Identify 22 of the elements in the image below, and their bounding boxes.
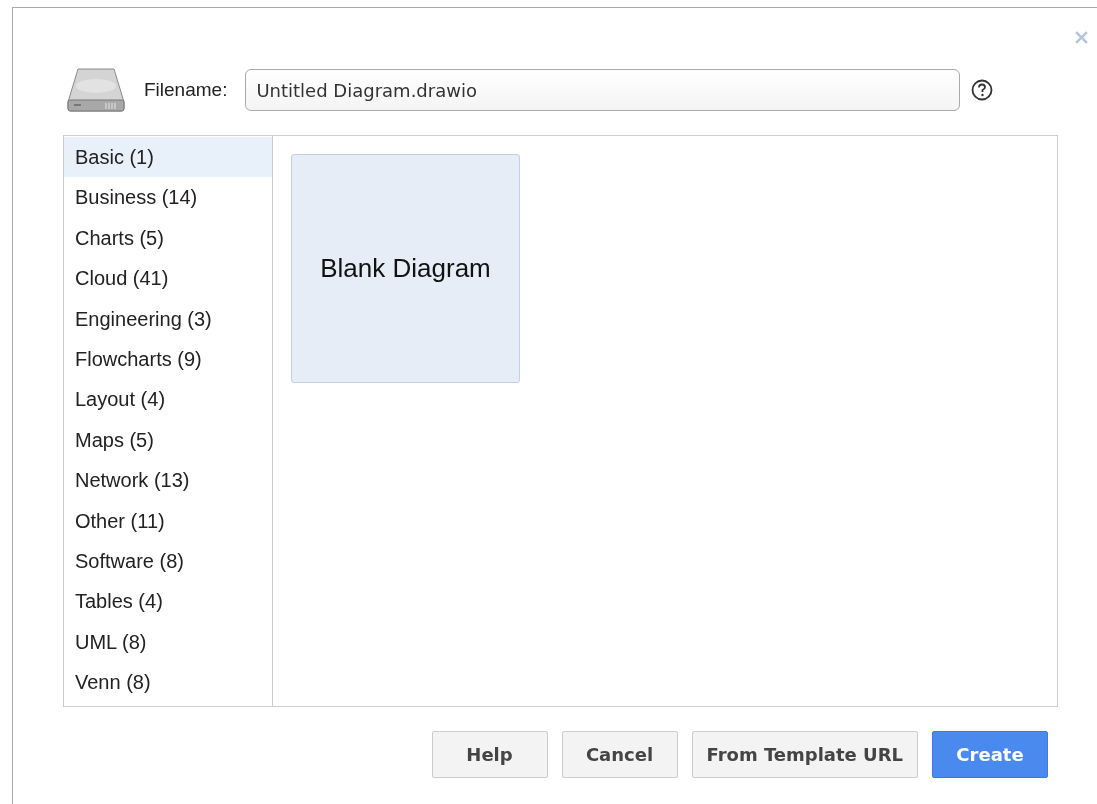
category-item[interactable]: Maps (5): [64, 419, 272, 461]
filename-field[interactable]: Untitled Diagram.drawio: [245, 69, 961, 111]
category-item[interactable]: Tables (4): [64, 581, 272, 622]
hard-drive-icon: [66, 68, 126, 112]
category-item[interactable]: Layout (4): [64, 379, 272, 420]
dialog-button[interactable]: Help: [431, 731, 548, 778]
template-card[interactable]: Blank Diagram: [291, 154, 520, 383]
category-item[interactable]: Venn (8): [64, 662, 272, 703]
category-item[interactable]: UML (8): [64, 621, 272, 663]
category-item[interactable]: Network (13): [64, 460, 272, 501]
category-item[interactable]: Charts (5): [64, 217, 272, 259]
filename-label: Filename:: [144, 79, 228, 101]
help-icon[interactable]: [971, 79, 994, 101]
category-item[interactable]: Flowcharts (9): [64, 338, 272, 380]
category-item[interactable]: Software (8): [64, 540, 272, 582]
category-item[interactable]: Business (14): [64, 177, 272, 218]
category-item[interactable]: Other (11): [64, 500, 272, 541]
category-item[interactable]: Basic (1): [64, 137, 272, 178]
category-item[interactable]: Cloud (41): [64, 258, 272, 299]
dialog-button[interactable]: Cancel: [561, 731, 678, 778]
dialog-button[interactable]: From Template URL: [691, 731, 918, 778]
category-item[interactable]: Engineering (3): [64, 298, 272, 339]
